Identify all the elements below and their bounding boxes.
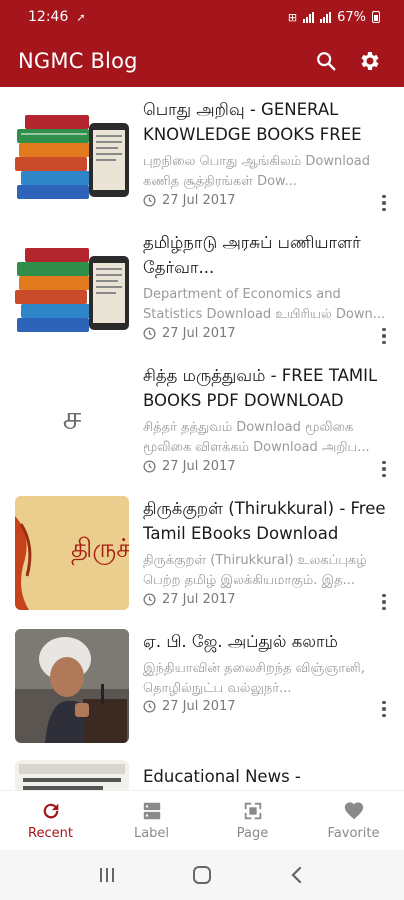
- nav-label[interactable]: Label: [101, 791, 202, 850]
- nav-recent-label: Recent: [28, 826, 73, 841]
- post-date: 27 Jul 2017: [143, 326, 236, 341]
- post-description: சித்தர் தத்துவம் Download மூலிகை மூலிகை …: [143, 420, 370, 455]
- post-date: 27 Jul 2017: [143, 459, 236, 474]
- post-title: பொது அறிவு - GENERAL KNOWLEDGE BOOKS FRE…: [143, 100, 362, 144]
- heart-icon: [344, 802, 363, 820]
- post-title: திருக்குறள் (Thirukkural) - Free Tamil E…: [143, 499, 386, 543]
- signal-2-icon: [320, 11, 332, 23]
- wifi-icon: ⊞: [287, 10, 298, 24]
- more-options-icon[interactable]: [378, 326, 390, 346]
- more-options-icon[interactable]: [378, 592, 390, 612]
- nav-favorite[interactable]: Favorite: [303, 791, 404, 850]
- nav-page[interactable]: Page: [202, 791, 303, 850]
- post-date: 27 Jul 2017: [143, 592, 236, 607]
- app-title: NGMC Blog: [18, 48, 138, 73]
- clock-icon: [143, 327, 156, 340]
- post-description: புறநிலை பொது ஆங்கிலம் Download கணித சூத்…: [143, 154, 370, 189]
- nav-page-label: Page: [236, 826, 269, 841]
- nav-recent[interactable]: Recent: [0, 791, 101, 850]
- post-date: 27 Jul 2017: [143, 193, 236, 208]
- post-thumbnail: திருச்: [15, 496, 129, 610]
- list-item[interactable]: Educational News -: [0, 752, 404, 790]
- post-date-text: 27 Jul 2017: [162, 326, 236, 341]
- post-list[interactable]: பொது அறிவு - GENERAL KNOWLEDGE BOOKS FRE…: [0, 87, 404, 790]
- post-title: தமிழ்நாடு அரசுப் பணியாளர் தேர்வா...: [143, 233, 361, 277]
- cover-title: திருச்: [71, 534, 129, 564]
- post-description: Department of Economics and Statistics D…: [143, 287, 386, 322]
- search-button[interactable]: [306, 41, 346, 81]
- post-date-text: 27 Jul 2017: [162, 699, 236, 714]
- post-thumbnail: [15, 760, 129, 790]
- list-item[interactable]: பொது அறிவு - GENERAL KNOWLEDGE BOOKS FRE…: [0, 87, 404, 220]
- post-date: 27 Jul 2017: [143, 699, 236, 714]
- clock-icon: [143, 460, 156, 473]
- more-options-icon[interactable]: [378, 699, 390, 719]
- list-item[interactable]: தமிழ்நாடு அரசுப் பணியாளர் தேர்வா... Depa…: [0, 220, 404, 353]
- post-title: ஏ. பி. ஜே. அப்துல் கலாம்: [143, 632, 338, 651]
- post-title: சித்த மருத்துவம் - FREE TAMIL BOOKS PDF …: [143, 366, 378, 410]
- back-icon[interactable]: [287, 865, 307, 885]
- clock-icon: [143, 593, 156, 606]
- clock-icon: [143, 700, 156, 713]
- page-icon: [244, 802, 261, 820]
- status-bar: 12:46 ➚ ⊞ 67%: [0, 0, 404, 34]
- post-thumbnail: [15, 230, 129, 344]
- bottom-navigation: Recent Label Page Favorite: [0, 790, 404, 850]
- battery-icon: [372, 11, 380, 23]
- post-date-text: 27 Jul 2017: [162, 592, 236, 607]
- clock-icon: [143, 194, 156, 207]
- post-title: Educational News -: [143, 767, 301, 786]
- post-description: இந்தியாவின் தலைசிறந்த விஞ்ஞானி, தொழில்நு…: [143, 661, 365, 696]
- home-icon[interactable]: [192, 865, 212, 885]
- status-time: 12:46: [28, 9, 69, 25]
- gear-icon: [361, 51, 379, 70]
- battery-level: 67%: [337, 9, 366, 25]
- post-thumbnail: [15, 629, 129, 743]
- signal-icon: [303, 11, 315, 23]
- settings-button[interactable]: [350, 41, 390, 81]
- post-letter-avatar: ச: [62, 398, 82, 438]
- refresh-icon: [43, 803, 58, 819]
- app-bar: NGMC Blog: [0, 34, 404, 87]
- system-navigation-bar: [0, 850, 404, 900]
- post-thumbnail: [15, 97, 129, 211]
- more-options-icon[interactable]: [378, 193, 390, 213]
- list-item[interactable]: ஏ. பி. ஜே. அப்துல் கலாம் இந்தியாவின் தலை…: [0, 619, 404, 752]
- more-options-icon[interactable]: [378, 459, 390, 479]
- post-date-text: 27 Jul 2017: [162, 459, 236, 474]
- label-icon: [143, 802, 160, 820]
- list-item[interactable]: ச சித்த மருத்துவம் - FREE TAMIL BOOKS PD…: [0, 353, 404, 486]
- post-description: திருக்குறள் (Thirukkural) உலகப்புகழ் பெற…: [143, 553, 367, 588]
- nav-favorite-label: Favorite: [327, 826, 380, 841]
- list-item[interactable]: திருச் திருக்குறள் (Thirukkural) - Free …: [0, 486, 404, 619]
- post-date-text: 27 Jul 2017: [162, 193, 236, 208]
- search-icon: [317, 51, 336, 70]
- post-thumbnail: ச: [15, 363, 129, 477]
- nav-label-label: Label: [133, 826, 170, 841]
- recent-apps-icon[interactable]: [97, 866, 117, 884]
- notification-icon: ➚: [76, 10, 86, 24]
